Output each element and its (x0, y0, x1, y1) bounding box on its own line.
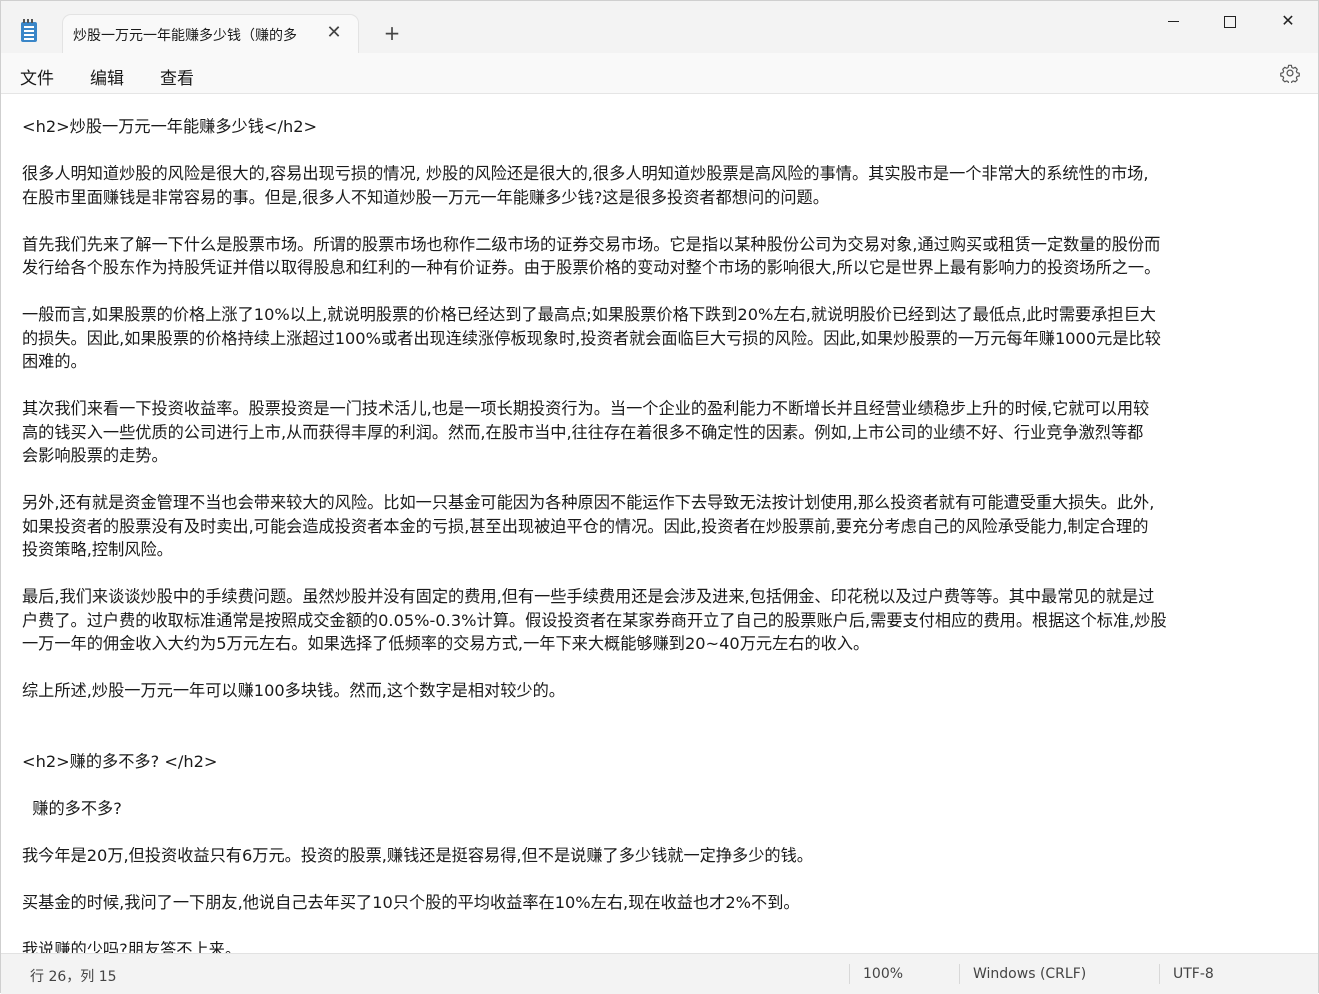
cursor-position: 行 26，列 15 (30, 969, 117, 985)
text-line[interactable]: 买基金的时候,我问了一下朋友,他说自己去年买了10只个股的平均收益率在10%左右… (22, 891, 1307, 915)
status-divider (1159, 964, 1160, 984)
text-line[interactable] (22, 468, 1307, 492)
notepad-window: 炒股一万元一年能赚多少钱（赚的多 ✕ + ✕ 文件 编辑 查看 <h2>炒股一万… (0, 0, 1319, 994)
text-line[interactable] (22, 773, 1307, 797)
text-line[interactable]: 一万一年的佣金收入大约为5万元左右。如果选择了低频率的交易方式,一年下来大概能够… (22, 632, 1307, 656)
text-line[interactable]: 的损失。因此,如果股票的价格持续上涨超过100%或者出现连续涨停板现象时,投资者… (22, 327, 1307, 351)
encoding: UTF-8 (1173, 966, 1214, 982)
text-line[interactable]: 高的钱买入一些优质的公司进行上市,从而获得丰厚的利润。然而,在股市当中,往往存在… (22, 421, 1307, 445)
text-line[interactable]: 发行给各个股东作为持股凭证并借以取得股息和红利的一种有价证券。由于股票价格的变动… (22, 256, 1307, 280)
menu-file[interactable]: 文件 (20, 64, 54, 89)
text-line[interactable]: 困难的。 (22, 350, 1307, 374)
menu-view[interactable]: 查看 (160, 64, 194, 89)
text-line[interactable] (22, 703, 1307, 727)
text-line[interactable] (22, 726, 1307, 750)
maximize-button[interactable] (1207, 7, 1253, 35)
text-line[interactable]: 会影响股票的走势。 (22, 444, 1307, 468)
text-line[interactable] (22, 820, 1307, 844)
text-line[interactable] (22, 914, 1307, 938)
text-line[interactable]: 另外,还有就是资金管理不当也会带来较大的风险。比如一只基金可能因为各种原因不能运… (22, 491, 1307, 515)
text-line[interactable] (22, 867, 1307, 891)
minimize-button[interactable] (1150, 7, 1196, 35)
window-close-button[interactable]: ✕ (1265, 7, 1311, 35)
text-line[interactable]: 我说赚的少吗?朋友答不上来。 (22, 938, 1307, 954)
text-line[interactable]: 投资策略,控制风险。 (22, 538, 1307, 562)
text-line[interactable]: 赚的多不多? (22, 797, 1307, 821)
text-line[interactable]: 其次我们来看一下投资收益率。股票投资是一门技术活儿,也是一项长期投资行为。当一个… (22, 397, 1307, 421)
text-line[interactable]: 在股市里面赚钱是非常容易的事。但是,很多人不知道炒股一万元一年能赚多少钱?这是很… (22, 186, 1307, 210)
text-line[interactable] (22, 374, 1307, 398)
minimize-icon (1167, 20, 1179, 23)
text-line[interactable]: 很多人明知道炒股的风险是很大的,容易出现亏损的情况, 炒股的风险还是很大的,很多… (22, 162, 1307, 186)
tab-title: 炒股一万元一年能赚多少钱（赚的多 (73, 28, 297, 44)
document-tab[interactable]: 炒股一万元一年能赚多少钱（赚的多 ✕ (63, 15, 358, 53)
status-divider (849, 964, 850, 984)
text-line[interactable]: 如果投资者的股票没有及时卖出,可能会造成投资者本金的亏损,甚至出现被迫平仓的情况… (22, 515, 1307, 539)
text-line[interactable]: 户费了。过户费的收取标准通常是按照成交金额的0.05%-0.3%计算。假设投资者… (22, 609, 1307, 633)
status-bar: 行 26，列 15 100% Windows (CRLF) UTF-8 (1, 953, 1318, 994)
text-line[interactable]: 我今年是20万,但投资收益只有6万元。投资的股票,赚钱还是挺容易得,但不是说赚了… (22, 844, 1307, 868)
text-line[interactable]: 首先我们先来了解一下什么是股票市场。所谓的股票市场也称作二级市场的证券交易市场。… (22, 233, 1307, 257)
text-line[interactable]: 最后,我们来谈谈炒股中的手续费问题。虽然炒股并没有固定的费用,但有一些手续费用还… (22, 585, 1307, 609)
maximize-icon (1224, 15, 1236, 28)
line-ending: Windows (CRLF) (973, 966, 1087, 982)
text-line[interactable] (22, 562, 1307, 586)
text-line[interactable] (22, 656, 1307, 680)
document-text[interactable]: <h2>炒股一万元一年能赚多少钱</h2> 很多人明知道炒股的风险是很大的,容易出… (22, 115, 1307, 953)
status-divider (959, 964, 960, 984)
notepad-app-icon (21, 19, 37, 42)
text-line[interactable]: 一般而言,如果股票的价格上涨了10%以上,就说明股票的价格已经达到了最高点;如果… (22, 303, 1307, 327)
menu-bar: 文件 编辑 查看 (1, 53, 1318, 94)
text-line[interactable]: 综上所述,炒股一万元一年可以赚100多块钱。然而,这个数字是相对较少的。 (22, 679, 1307, 703)
text-line[interactable] (22, 209, 1307, 233)
menu-edit[interactable]: 编辑 (90, 64, 124, 89)
new-tab-button[interactable]: + (381, 22, 403, 44)
tab-close-icon[interactable]: ✕ (324, 23, 344, 43)
text-line[interactable] (22, 280, 1307, 304)
text-line[interactable]: <h2>炒股一万元一年能赚多少钱</h2> (22, 115, 1307, 139)
title-bar[interactable]: 炒股一万元一年能赚多少钱（赚的多 ✕ + ✕ (1, 1, 1318, 53)
zoom-level: 100% (863, 966, 904, 982)
text-line[interactable]: <h2>赚的多不多? </h2> (22, 750, 1307, 774)
text-editor-area[interactable]: <h2>炒股一万元一年能赚多少钱</h2> 很多人明知道炒股的风险是很大的,容易出… (1, 94, 1318, 953)
settings-gear-icon[interactable] (1280, 63, 1300, 83)
text-line[interactable] (22, 139, 1307, 163)
